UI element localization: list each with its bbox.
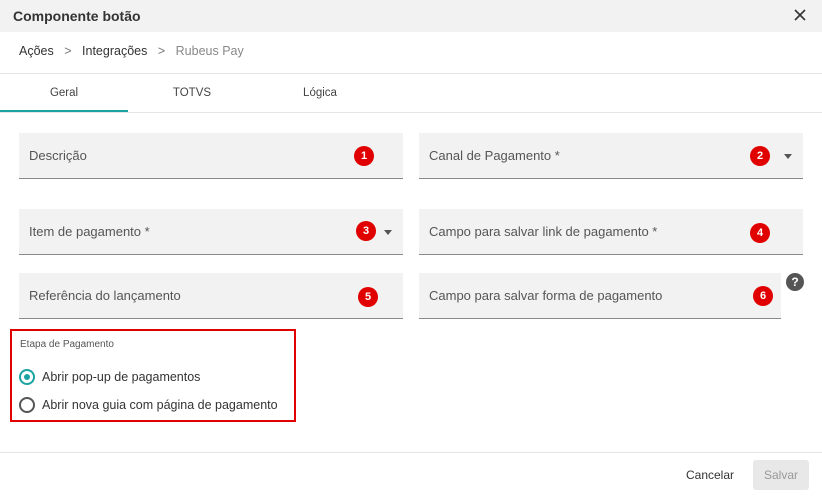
breadcrumb-separator: > xyxy=(64,44,72,58)
callout-badge-4: 4 xyxy=(750,223,770,243)
canal-pagamento-label: Canal de Pagamento * xyxy=(429,148,560,163)
close-icon[interactable] xyxy=(792,7,808,23)
callout-badge-6: 6 xyxy=(753,286,773,306)
radio-checked-icon[interactable] xyxy=(19,369,35,385)
callout-badge-1: 1 xyxy=(354,146,374,166)
dialog-title: Componente botão xyxy=(13,8,141,24)
item-pagamento-select[interactable]: Item de pagamento * xyxy=(19,209,403,255)
chevron-down-icon xyxy=(784,154,792,159)
tab-totvs[interactable]: TOTVS xyxy=(128,74,256,112)
breadcrumb: Ações > Integrações > Rubeus Pay xyxy=(19,44,244,58)
help-icon[interactable]: ? xyxy=(786,273,804,291)
tab-bar: Geral TOTVS Lógica xyxy=(0,74,822,112)
referencia-lancamento-label: Referência do lançamento xyxy=(29,288,181,303)
tab-logica[interactable]: Lógica xyxy=(256,74,384,112)
breadcrumb-separator: > xyxy=(157,44,166,58)
radio-option-nova-guia[interactable]: Abrir nova guia com página de pagamento xyxy=(19,396,278,414)
etapa-pagamento-title: Etapa de Pagamento xyxy=(20,339,114,350)
forma-pagamento-label: Campo para salvar forma de pagamento xyxy=(429,288,663,303)
divider xyxy=(0,112,822,113)
dialog-titlebar: Componente botão xyxy=(0,0,822,32)
radio-unchecked-icon[interactable] xyxy=(19,397,35,413)
breadcrumb-item-acoes[interactable]: Ações xyxy=(19,44,54,58)
forma-pagamento-select[interactable]: Campo para salvar forma de pagamento xyxy=(419,273,781,319)
breadcrumb-item-integracoes[interactable]: Integrações xyxy=(82,44,147,58)
canal-pagamento-select[interactable]: Canal de Pagamento * xyxy=(419,133,803,179)
callout-badge-5: 5 xyxy=(358,287,378,307)
callout-badge-2: 2 xyxy=(750,146,770,166)
item-pagamento-label: Item de pagamento * xyxy=(29,224,150,239)
radio-option-label: Abrir nova guia com página de pagamento xyxy=(42,398,278,412)
save-button[interactable]: Salvar xyxy=(753,460,809,490)
callout-badge-3: 3 xyxy=(356,221,376,241)
radio-option-label: Abrir pop-up de pagamentos xyxy=(42,370,201,384)
radio-option-popup[interactable]: Abrir pop-up de pagamentos xyxy=(19,368,200,386)
descricao-label: Descrição xyxy=(29,148,87,163)
divider xyxy=(0,452,822,453)
tab-geral[interactable]: Geral xyxy=(0,74,128,112)
cancel-button[interactable]: Cancelar xyxy=(680,462,740,488)
breadcrumb-item-current: Rubeus Pay xyxy=(175,44,244,58)
descricao-input[interactable]: Descrição xyxy=(19,133,403,179)
link-pagamento-label: Campo para salvar link de pagamento * xyxy=(429,224,658,239)
link-pagamento-select[interactable]: Campo para salvar link de pagamento * xyxy=(419,209,803,255)
chevron-down-icon xyxy=(384,230,392,235)
referencia-lancamento-input[interactable]: Referência do lançamento xyxy=(19,273,403,319)
